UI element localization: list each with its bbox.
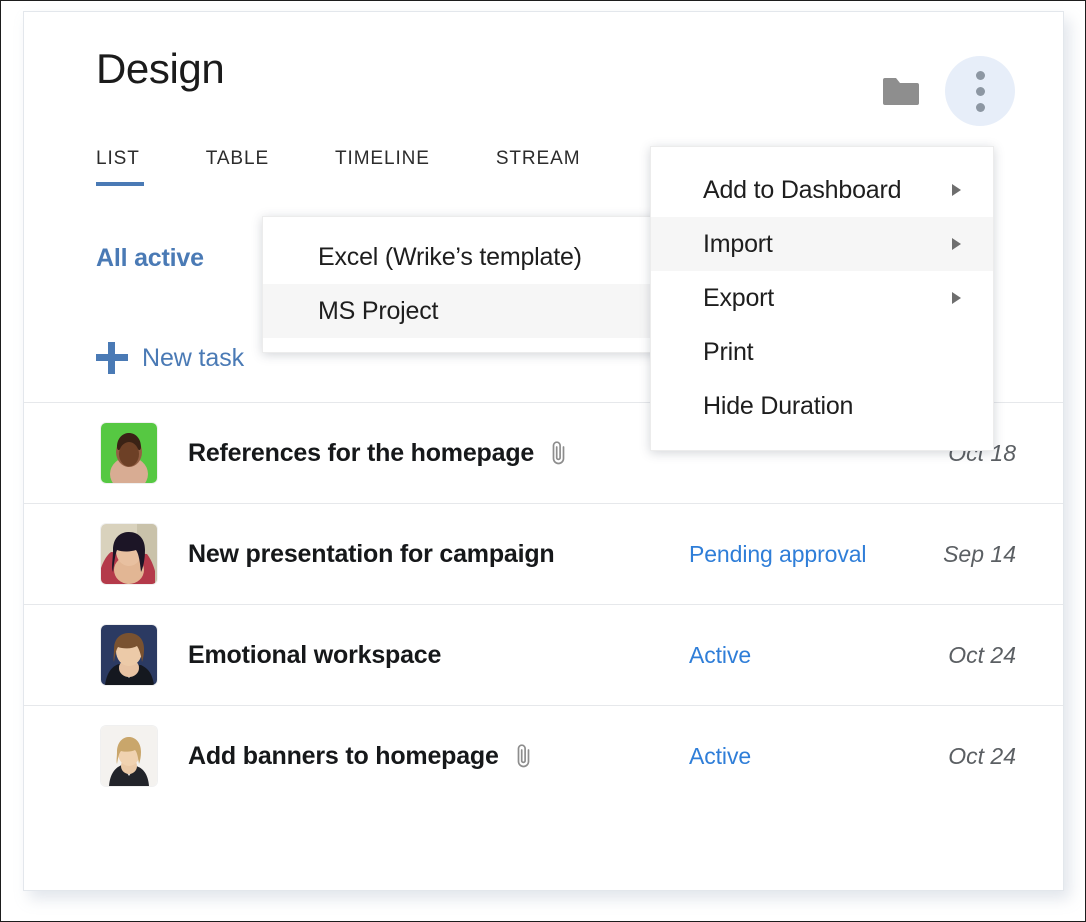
menu-item-import[interactable]: Import (651, 217, 993, 271)
menu-item-label: Hide Duration (703, 391, 854, 420)
avatar (101, 524, 157, 584)
kebab-dot-3 (975, 102, 985, 112)
filter-all-active[interactable]: All active (96, 244, 204, 272)
menu-item-label: Print (703, 337, 754, 366)
header-actions (881, 56, 1015, 126)
menu-item-label: Add to Dashboard (703, 175, 902, 204)
list-tail (24, 806, 1063, 871)
submenu-item-label: Excel (Wrike’s template) (318, 242, 582, 271)
avatar (101, 726, 157, 786)
task-date: Oct 24 (948, 641, 1016, 668)
view-tabs: LIST TABLE TIMELINE STREAM (96, 148, 646, 186)
attachment-icon[interactable] (550, 440, 568, 466)
menu-item-add-to-dashboard[interactable]: Add to Dashboard (651, 163, 993, 217)
kebab-dot-1 (975, 70, 985, 80)
table-row[interactable]: New presentation for campaign Pending ap… (24, 503, 1063, 604)
chevron-right-icon (952, 184, 961, 196)
task-date: Sep 14 (943, 540, 1016, 567)
task-date: Oct 24 (948, 742, 1016, 769)
tab-table[interactable]: TABLE (206, 148, 269, 186)
kebab-dot-2 (975, 86, 985, 96)
app-card: Design LIST TABLE TIMELINE STREAM All ac… (23, 11, 1064, 891)
menu-item-hide-duration[interactable]: Hide Duration (651, 379, 993, 433)
screen-frame: Design LIST TABLE TIMELINE STREAM All ac… (0, 0, 1086, 922)
folder-icon[interactable] (881, 76, 919, 106)
task-status[interactable]: Active (689, 743, 751, 770)
import-submenu: Excel (Wrike’s template) MS Project (262, 216, 674, 353)
page-title: Design (96, 45, 225, 92)
task-title: References for the homepage (188, 438, 535, 467)
plus-icon (96, 342, 128, 374)
new-task-label: New task (142, 343, 245, 372)
header: Design (24, 12, 1063, 142)
menu-item-print[interactable]: Print (651, 325, 993, 379)
avatar (101, 423, 157, 483)
menu-item-export[interactable]: Export (651, 271, 993, 325)
chevron-right-icon (952, 238, 961, 250)
attachment-icon[interactable] (515, 743, 533, 769)
task-status[interactable]: Active (689, 642, 751, 669)
tab-list[interactable]: LIST (96, 148, 144, 186)
context-menu: Add to Dashboard Import Export Print Hid… (650, 146, 994, 451)
tab-stream[interactable]: STREAM (496, 148, 581, 186)
filter-row: All active (96, 244, 204, 273)
submenu-item-ms-project[interactable]: MS Project (263, 284, 673, 338)
chevron-right-icon (952, 292, 961, 304)
task-status[interactable]: Pending approval (689, 541, 867, 568)
table-row[interactable]: Emotional workspace Active Oct 24 (24, 604, 1063, 705)
task-title: Emotional workspace (188, 640, 442, 669)
menu-item-label: Export (703, 283, 775, 312)
table-row[interactable]: Add banners to homepage Active Oct 24 (24, 705, 1063, 806)
submenu-item-label: MS Project (318, 296, 439, 325)
new-task-button[interactable]: New task (96, 342, 244, 374)
task-title: New presentation for campaign (188, 539, 555, 568)
task-title: Add banners to homepage (188, 741, 499, 770)
tab-timeline[interactable]: TIMELINE (335, 148, 430, 186)
menu-item-label: Import (703, 229, 773, 258)
avatar (101, 625, 157, 685)
more-options-button[interactable] (945, 56, 1015, 126)
submenu-item-excel[interactable]: Excel (Wrike’s template) (263, 230, 673, 284)
task-list: References for the homepage Oct 18 New p… (24, 402, 1063, 871)
